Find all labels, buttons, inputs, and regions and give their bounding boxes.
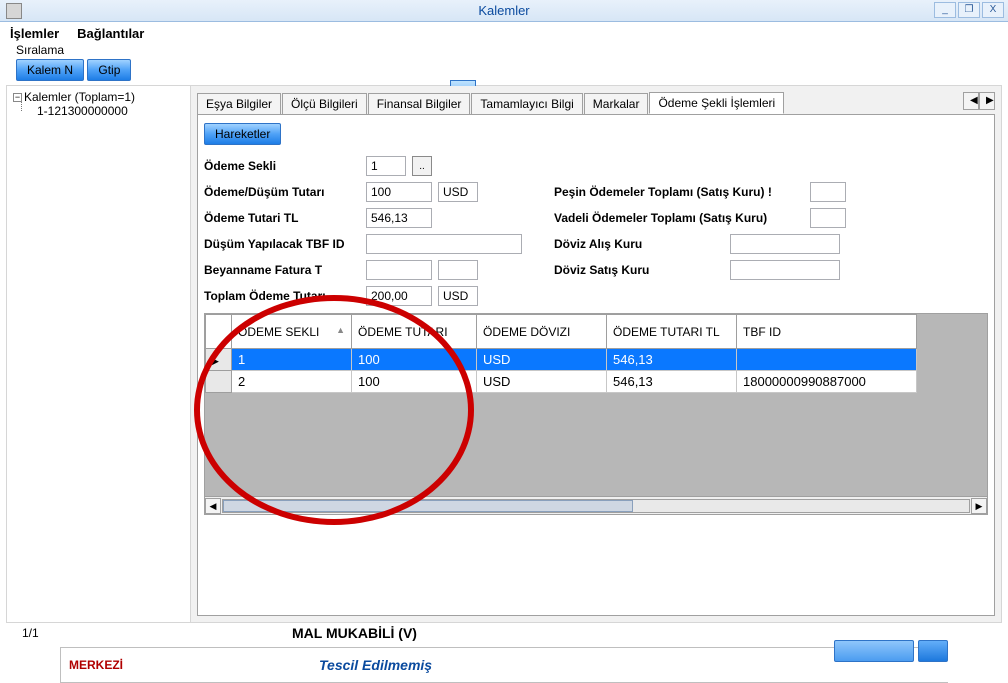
row-header[interactable] (206, 371, 232, 393)
doviz-alis-input[interactable] (730, 234, 840, 254)
close-button[interactable]: X (982, 2, 1004, 18)
table-row[interactable]: 1 100 USD 546,13 (206, 349, 917, 371)
scroll-track[interactable] (222, 499, 970, 513)
table-header-row: ÖDEME SEKLI ▲ ÖDEME TUTARI ÖDEME DÖVIZI … (206, 315, 917, 349)
row-header[interactable] (206, 349, 232, 371)
mal-mukabili-label: MAL MUKABİLİ (V) (292, 625, 417, 641)
pesin-label: Peşin Ödemeler Toplamı (Satış Kuru) ! (554, 185, 804, 199)
grid-scrollbar[interactable]: ◀ ▶ (205, 496, 987, 514)
window-buttons: _ ❐ X (934, 2, 1004, 18)
col-tbf-id[interactable]: TBF ID (737, 315, 917, 349)
tab-prev-button[interactable]: ◀ (963, 92, 979, 110)
tree-root-label: Kalemler (Toplam=1) (24, 90, 135, 104)
footer-blue-button-2[interactable] (918, 640, 948, 662)
cell-dovizi[interactable]: USD (477, 371, 607, 393)
page-count: 1/1 (22, 626, 292, 640)
col-odeme-tutari-tl[interactable]: ÖDEME TUTARI TL (607, 315, 737, 349)
footer-blue-button-1[interactable] (834, 640, 914, 662)
menu-islemler[interactable]: İşlemler (10, 26, 59, 41)
minimize-button[interactable]: _ (934, 2, 956, 18)
tree-panel: − Kalemler (Toplam=1) 1-121300000000 (7, 86, 191, 622)
tab-finansal[interactable]: Finansal Bilgiler (368, 93, 471, 115)
odeme-sekli-input[interactable] (366, 156, 406, 176)
vadeli-label: Vadeli Ödemeler Toplamı (Satış Kuru) (554, 211, 804, 225)
cell-tutari[interactable]: 100 (352, 349, 477, 371)
scroll-right-button[interactable]: ▶ (971, 498, 987, 514)
hareketler-button[interactable]: Hareketler (204, 123, 281, 145)
payments-grid: ÖDEME SEKLI ▲ ÖDEME TUTARI ÖDEME DÖVIZI … (204, 313, 988, 515)
tab-nav: ◀ ▶ (963, 92, 995, 114)
odeme-tutari-tl-input[interactable] (366, 208, 432, 228)
tree-child[interactable]: 1-121300000000 (9, 104, 188, 118)
content-panel: Eşya Bilgiler Ölçü Bilgileri Finansal Bi… (191, 86, 1001, 622)
tree-collapse-icon[interactable]: − (13, 93, 22, 102)
tescil-label: Tescil Edilmemiş (319, 657, 432, 673)
window-title: Kalemler (0, 3, 1008, 18)
beyanname-input[interactable] (366, 260, 432, 280)
tab-tamamlayici[interactable]: Tamamlayıcı Bilgi (471, 93, 582, 115)
odeme-sekli-label: Ödeme Sekli (204, 159, 360, 173)
sort-area: Sıralama Kalem N Gtip (0, 43, 1008, 81)
cell-sekli[interactable]: 1 (232, 349, 352, 371)
beyanname-label: Beyanname Fatura T (204, 263, 360, 277)
scroll-left-button[interactable]: ◀ (205, 498, 221, 514)
cell-tutari[interactable]: 100 (352, 371, 477, 393)
cell-tutari-tl[interactable]: 546,13 (607, 349, 737, 371)
table-row[interactable]: 2 100 USD 546,13 18000000990887000 (206, 371, 917, 393)
sort-asc-icon: ▲ (336, 325, 345, 335)
pesin-input[interactable] (810, 182, 846, 202)
odeme-tutari-tl-label: Ödeme Tutari TL (204, 211, 360, 225)
cell-tutari-tl[interactable]: 546,13 (607, 371, 737, 393)
payments-table[interactable]: ÖDEME SEKLI ▲ ÖDEME TUTARI ÖDEME DÖVIZI … (205, 314, 917, 393)
tree-root[interactable]: − Kalemler (Toplam=1) (9, 90, 188, 104)
vadeli-input[interactable] (810, 208, 846, 228)
merkezi-label: MERKEZİ (69, 658, 319, 672)
odeme-sekli-browse-button[interactable]: .. (412, 156, 432, 176)
cell-tbf-id[interactable] (737, 349, 917, 371)
tab-content: Hareketler Ödeme Sekli .. Ödeme/Düşüm Tu… (197, 114, 995, 616)
tabs: Eşya Bilgiler Ölçü Bilgileri Finansal Bi… (197, 92, 995, 114)
main-area: − Kalemler (Toplam=1) 1-121300000000 Eşy… (6, 85, 1002, 623)
tab-next-button[interactable]: ▶ (979, 92, 995, 110)
footer-status-box: MERKEZİ Tescil Edilmemiş (60, 647, 948, 683)
titlebar: Kalemler _ ❐ X (0, 0, 1008, 22)
col-odeme-dovizi[interactable]: ÖDEME DÖVIZI (477, 315, 607, 349)
doviz-alis-label: Döviz Alış Kuru (554, 237, 724, 251)
dusum-tbf-label: Düşüm Yapılacak TBF ID (204, 237, 360, 251)
dusum-tbf-input[interactable] (366, 234, 522, 254)
sort-gtip-button[interactable]: Gtip (87, 59, 131, 81)
sort-kalem-n-button[interactable]: Kalem N (16, 59, 84, 81)
odeme-dusum-input[interactable] (366, 182, 432, 202)
form-columns: Ödeme Sekli .. Ödeme/Düşüm Tutarı Ödeme … (204, 153, 988, 309)
row-header-col (206, 315, 232, 349)
toplam-input[interactable] (366, 286, 432, 306)
col-odeme-sekli[interactable]: ÖDEME SEKLI ▲ (232, 315, 352, 349)
tab-olcu[interactable]: Ölçü Bilgileri (282, 93, 367, 115)
tree-child-label: 1-121300000000 (37, 104, 128, 118)
col-odeme-tutari[interactable]: ÖDEME TUTARI (352, 315, 477, 349)
tab-esya[interactable]: Eşya Bilgiler (197, 93, 281, 115)
cell-dovizi[interactable]: USD (477, 349, 607, 371)
form-left-col: Ödeme Sekli .. Ödeme/Düşüm Tutarı Ödeme … (204, 153, 554, 309)
odeme-dusum-label: Ödeme/Düşüm Tutarı (204, 185, 360, 199)
odeme-dusum-currency[interactable] (438, 182, 478, 202)
sort-label: Sıralama (16, 43, 1002, 57)
cell-sekli[interactable]: 2 (232, 371, 352, 393)
doviz-satis-input[interactable] (730, 260, 840, 280)
form-right-col: Peşin Ödemeler Toplamı (Satış Kuru) ! Va… (554, 153, 988, 309)
menubar: İşlemler Bağlantılar (0, 22, 1008, 43)
menu-baglantilar[interactable]: Bağlantılar (77, 26, 144, 41)
toplam-label: Toplam Ödeme Tutarı (204, 289, 360, 303)
maximize-button[interactable]: ❐ (958, 2, 980, 18)
tab-markalar[interactable]: Markalar (584, 93, 649, 115)
doviz-satis-label: Döviz Satış Kuru (554, 263, 724, 277)
cell-tbf-id[interactable]: 18000000990887000 (737, 371, 917, 393)
toplam-currency[interactable] (438, 286, 478, 306)
beyanname-currency[interactable] (438, 260, 478, 280)
scroll-thumb[interactable] (223, 500, 633, 512)
tab-odeme-sekli[interactable]: Ödeme Şekli İşlemleri (649, 92, 784, 114)
